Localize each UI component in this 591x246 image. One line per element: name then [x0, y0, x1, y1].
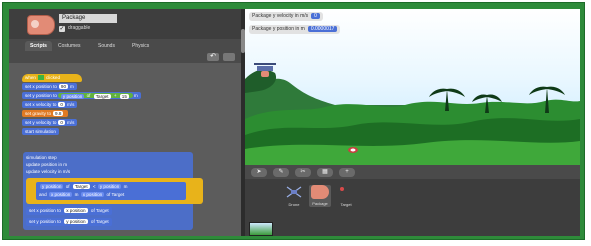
draggable-label: draggable — [68, 25, 91, 31]
less-than-label: < — [92, 184, 96, 189]
snap-editor: Package ✓ draggable Scripts Costumes Sou… — [9, 9, 580, 236]
target-icon — [340, 187, 344, 191]
unit-label: m — [133, 93, 138, 98]
grid-icon[interactable]: ▦ — [317, 168, 333, 177]
drone-icon — [286, 186, 302, 198]
y-position-watcher[interactable]: Package y position in m 0.0000017 — [249, 25, 341, 34]
unit-label: m — [74, 192, 79, 197]
sprite-label: Drone — [288, 202, 300, 207]
simulation-step-script[interactable]: simulation step update position in m upd… — [23, 152, 203, 230]
x-position-reporter[interactable]: x position — [64, 208, 88, 214]
plus-operator-block[interactable]: y position of Target + 15 — [57, 93, 133, 99]
green-flag-icon — [37, 75, 44, 81]
sprite-label: Package — [312, 201, 328, 206]
green-border-frame: Package ✓ draggable Scripts Costumes Sou… — [2, 2, 585, 240]
sprite-drone[interactable]: Drone — [283, 185, 305, 207]
gravity-input[interactable]: 9.8 — [53, 111, 64, 117]
condition-row-2: and x position m x position of Target — [39, 191, 124, 199]
redo-icon[interactable] — [223, 53, 235, 61]
sprite-header: Package ✓ draggable — [9, 9, 241, 39]
tab-costumes[interactable]: Costumes — [53, 41, 86, 51]
sprite-toolbar: ➤ ✎ ✂ ▦ + — [245, 165, 580, 179]
x-position-input[interactable]: 90 — [58, 84, 69, 90]
update-velocity-block[interactable]: update velocity in m/s — [26, 169, 70, 175]
y-position-reporter[interactable]: y position — [64, 219, 88, 225]
y-position-reporter[interactable]: y position — [97, 184, 122, 190]
update-position-block[interactable]: update position in m — [26, 162, 67, 168]
turtle-import-icon[interactable]: ✂ — [295, 168, 311, 177]
target-sprite[interactable] — [348, 147, 358, 153]
of-target-label: of Target — [106, 192, 125, 197]
set-y-position-block[interactable]: set y position to y position of Target + … — [22, 92, 141, 99]
hat-when-label: when — [25, 75, 36, 80]
draggable-checkbox[interactable]: ✓ — [59, 26, 65, 32]
unit-label: m/s — [66, 120, 75, 125]
sprite-label: Target — [340, 202, 352, 207]
block-label: set x velocity to — [25, 102, 57, 107]
set-x-position-block[interactable]: set x position to 90 m — [22, 83, 77, 90]
scripting-area[interactable]: when clicked set x position to 90 m set y p… — [9, 63, 241, 236]
arrow-tool-icon[interactable]: ➤ — [251, 168, 267, 177]
hat-clicked-label: clicked — [45, 75, 61, 80]
set-x-position-block[interactable]: set x position to x position of Target — [26, 207, 112, 215]
block-label: set y velocity to — [25, 120, 57, 125]
tab-sounds[interactable]: Sounds — [93, 41, 120, 51]
stage-thumbnail[interactable] — [249, 222, 273, 236]
watcher-value: 0 — [311, 12, 320, 19]
x-position-reporter[interactable]: x position — [48, 192, 73, 198]
tab-scripts[interactable]: Scripts — [25, 41, 52, 51]
unit-label: m — [123, 184, 128, 189]
y-position-reporter[interactable]: y position — [40, 184, 64, 190]
watcher-value: 0.0000017 — [307, 25, 338, 32]
unit-label: m/s — [66, 102, 75, 107]
condition-row-1: y position of Target < y position m — [39, 183, 127, 191]
block-label: set x position to — [29, 208, 61, 213]
paint-brush-icon[interactable]: ✎ — [273, 168, 289, 177]
package-sprite-icon — [27, 15, 55, 35]
watcher-label: Package y position in m — [252, 26, 305, 32]
x-position-reporter[interactable]: x position — [80, 192, 105, 198]
target-dropdown[interactable]: Target — [72, 184, 90, 190]
undo-icon[interactable]: ↶ — [207, 53, 219, 61]
package-icon — [311, 185, 329, 199]
plus-label: + — [113, 93, 117, 99]
offset-input[interactable]: 15 — [119, 93, 129, 99]
watcher-label: Package y velocity in m/s — [252, 13, 309, 19]
tab-physics[interactable]: Physics — [127, 41, 154, 51]
script-editor-pane: Package ✓ draggable Scripts Costumes Sou… — [9, 9, 241, 236]
unit-label: m — [70, 84, 74, 89]
sprite-target[interactable]: Target — [335, 185, 357, 207]
block-label: set y position to — [25, 93, 57, 98]
set-x-velocity-block[interactable]: set x velocity to 0 m/s — [22, 101, 78, 108]
of-target-label: of Target — [90, 208, 109, 213]
target-dropdown[interactable]: Target — [93, 93, 111, 99]
add-sprite-icon[interactable]: + — [339, 168, 355, 177]
and-label: and — [39, 192, 47, 197]
condition-expression[interactable]: y position of Target < y position m and … — [36, 182, 186, 200]
set-y-position-block[interactable]: set y position to y position of Target — [26, 218, 112, 226]
of-label: of — [65, 184, 70, 189]
y-velocity-watcher[interactable]: Package y velocity in m/s 0 — [249, 12, 323, 21]
simulation-step-hat[interactable]: simulation step — [26, 155, 57, 161]
sprite-corral: Drone Package Target — [245, 179, 580, 236]
block-label: set x position to — [25, 84, 57, 89]
block-label: set y position to — [29, 219, 61, 224]
block-label: set gravity to — [25, 111, 52, 116]
when-flag-clicked-block[interactable]: when clicked — [22, 74, 82, 82]
y-position-reporter[interactable]: y position — [60, 93, 85, 99]
start-simulation-block[interactable]: start simulation — [22, 128, 59, 135]
sprite-name-field[interactable]: Package — [59, 14, 117, 23]
set-gravity-block[interactable]: set gravity to 9.8 — [22, 110, 69, 117]
stage[interactable]: Package y velocity in m/s 0 Package y pos… — [245, 9, 580, 165]
y-velocity-input[interactable]: 0 — [58, 120, 65, 126]
of-target-label: of Target — [90, 219, 109, 224]
if-block[interactable]: y position of Target < y position m and … — [26, 178, 203, 204]
sprite-package[interactable]: Package — [309, 185, 331, 207]
x-velocity-input[interactable]: 0 — [58, 102, 65, 108]
of-label: of — [86, 93, 91, 99]
set-y-velocity-block[interactable]: set y velocity to 0 m/s — [22, 119, 78, 126]
